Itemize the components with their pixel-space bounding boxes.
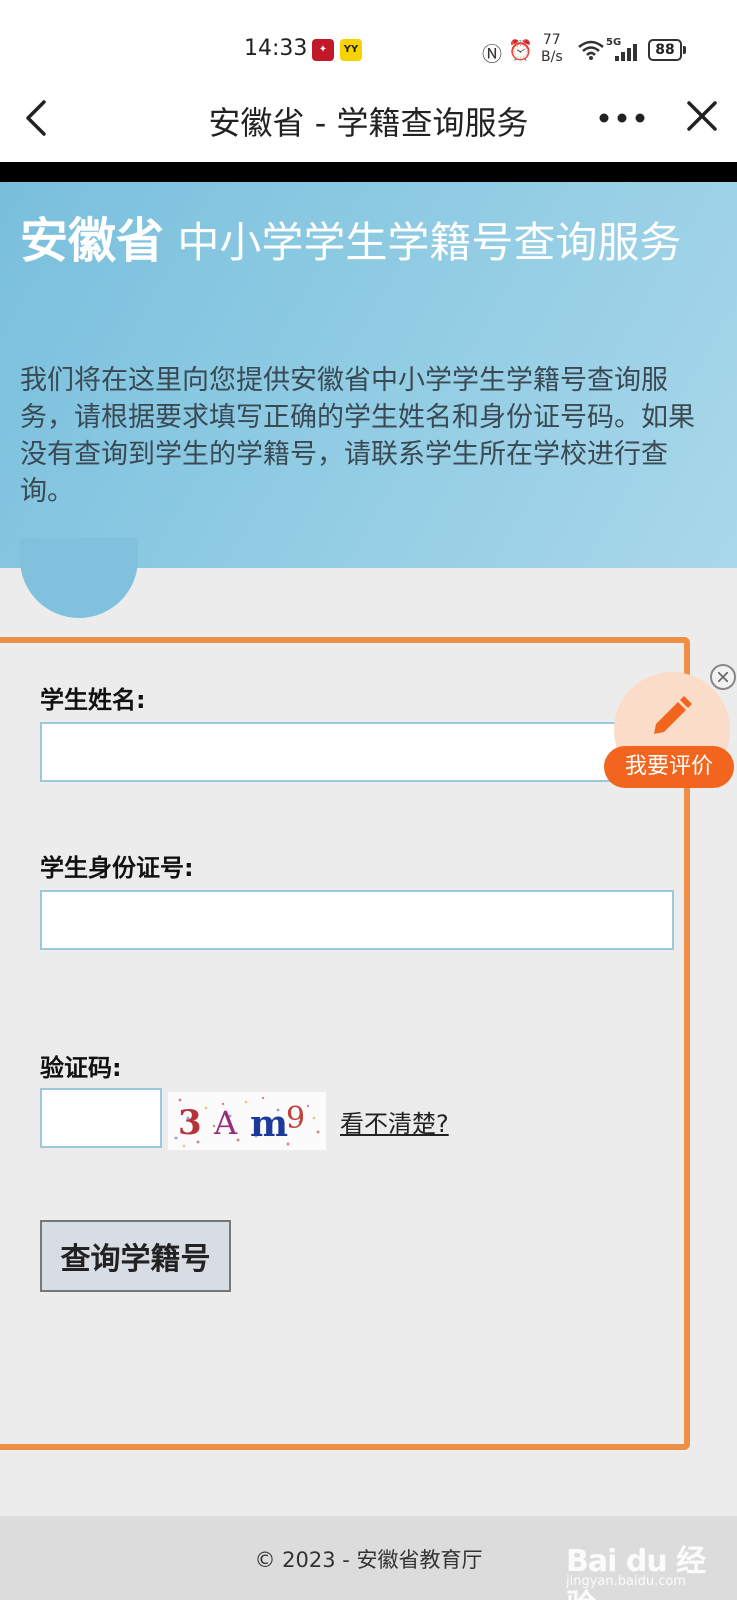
banner-title: 安徽省 中小学学生学籍号查询服务 <box>20 210 720 274</box>
status-time: 14:33 <box>244 36 308 61</box>
alarm-icon: ⏰ <box>508 38 533 62</box>
captcha-char-4: 9 <box>286 1101 305 1136</box>
feedback-close-icon[interactable] <box>710 664 736 690</box>
captcha-image[interactable]: 3 A m 9 <box>168 1092 326 1150</box>
feedback-label: 我要评价 <box>604 746 734 788</box>
intro-banner: 安徽省 中小学学生学籍号查询服务 我们将在这里向您提供安徽省中小学学生学籍号查询… <box>0 182 737 568</box>
captcha-refresh-link[interactable]: 看不清楚? <box>340 1104 449 1139</box>
captcha-char-2: A <box>213 1104 238 1142</box>
back-arrow-icon[interactable] <box>18 96 62 140</box>
signal-strength-icon <box>615 44 637 61</box>
submit-query-button[interactable]: 查询学籍号 <box>40 1220 231 1292</box>
network-speed-unit: B/s <box>541 49 563 65</box>
banner-description: 我们将在这里向您提供安徽省中小学学生学籍号查询服务，请根据要求填写正确的学生姓名… <box>20 365 695 507</box>
wifi-icon <box>578 40 604 60</box>
captcha-char-1: 3 <box>178 1103 202 1143</box>
student-name-label: 学生姓名: <box>40 686 146 714</box>
captcha-char-3: m <box>250 1103 288 1145</box>
captcha-label: 验证码: <box>40 1054 122 1082</box>
header-divider <box>0 162 737 182</box>
banner-decoration <box>20 538 138 618</box>
banner-title-province: 安徽省 <box>20 213 165 269</box>
student-id-label: 学生身份证号: <box>40 854 194 882</box>
browser-nav-bar: 安徽省 - 学籍查询服务 <box>0 82 737 162</box>
app-notification-icon: ✦ <box>312 39 334 61</box>
nfc-icon: Ⓝ <box>482 42 502 66</box>
watermark-brand: Bai du 经验 <box>566 1544 706 1600</box>
student-name-input[interactable] <box>40 722 672 782</box>
network-speed: 77 B/s <box>541 32 563 66</box>
watermark-url: jingyan.baidu.com <box>566 1574 686 1589</box>
page: 14:33 ✦ YY Ⓝ ⏰ 77 B/s 5G 88 安徽省 - 学籍查询服务 <box>0 0 737 1600</box>
status-bar: 14:33 ✦ YY Ⓝ ⏰ 77 B/s 5G 88 <box>0 0 737 82</box>
yy-app-icon: YY <box>340 39 362 61</box>
feedback-float-button[interactable]: 我要评价 <box>604 672 737 792</box>
student-id-input[interactable] <box>40 890 674 950</box>
captcha-input[interactable] <box>40 1088 162 1148</box>
network-speed-value: 77 <box>542 32 561 48</box>
battery-indicator: 88 <box>648 39 686 61</box>
baidu-jingyan-watermark: Bai du 经验 jingyan.baidu.com <box>566 1526 716 1600</box>
more-options-icon[interactable] <box>598 112 646 124</box>
pencil-icon <box>654 696 692 734</box>
banner-title-service: 中小学学生学籍号查询服务 <box>177 218 682 267</box>
page-title: 安徽省 - 学籍查询服务 <box>208 104 529 142</box>
close-icon[interactable] <box>684 98 720 134</box>
